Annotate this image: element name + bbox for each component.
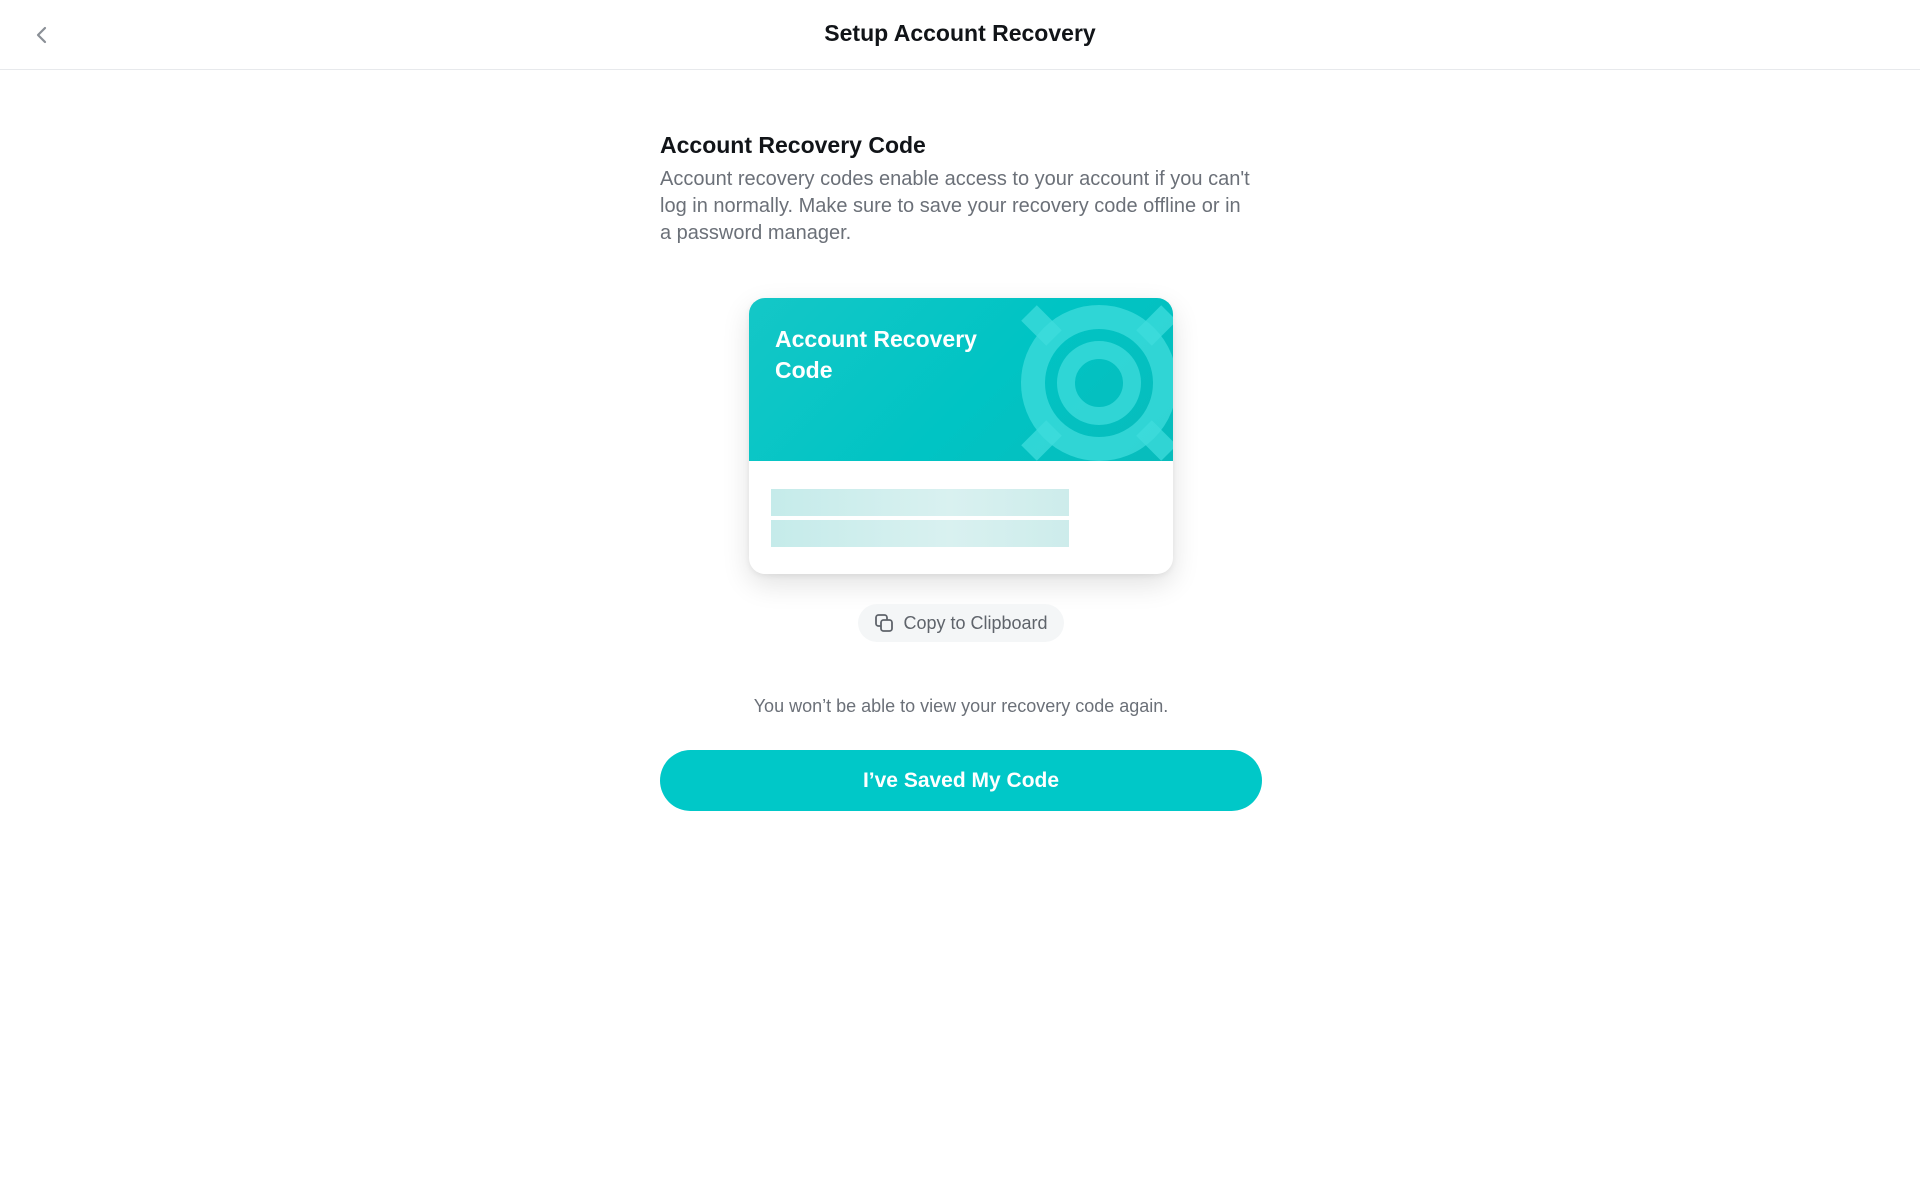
card-title: Account Recovery Code <box>775 326 977 383</box>
page-title: Setup Account Recovery <box>824 20 1096 46</box>
section-heading: Account Recovery Code <box>660 132 926 158</box>
section-description: Account recovery codes enable access to … <box>660 168 1250 244</box>
saved-code-button[interactable]: I’ve Saved My Code <box>660 750 1262 811</box>
top-bar: Setup Account Recovery <box>0 0 1920 70</box>
copy-to-clipboard-button[interactable]: Copy to Clipboard <box>858 604 1064 642</box>
masked-code-line <box>771 489 1069 516</box>
card-header: Account Recovery Code <box>749 298 1173 461</box>
lifebuoy-icon <box>1021 305 1173 461</box>
masked-code-line <box>771 520 1069 547</box>
recovery-content: Account Recovery Code Account recovery c… <box>660 130 1262 811</box>
recovery-code-card: Account Recovery Code <box>749 298 1173 574</box>
copy-icon <box>875 614 894 632</box>
copy-button-label: Copy to Clipboard <box>903 612 1048 633</box>
warning-text: You won’t be able to view your recovery … <box>753 696 1169 716</box>
